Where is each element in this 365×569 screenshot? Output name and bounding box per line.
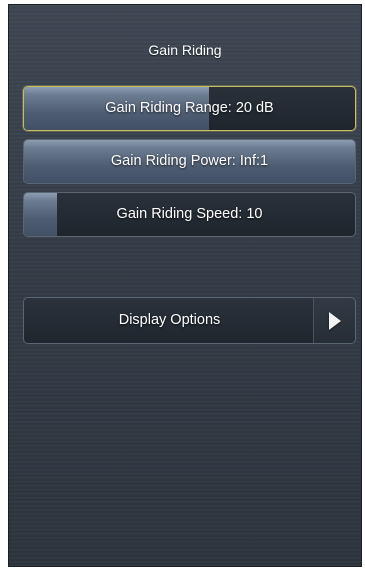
slider-label: Gain Riding Speed: 10 <box>116 206 263 222</box>
gain-riding-speed-slider[interactable]: Gain Riding Speed: 10 <box>23 192 356 237</box>
display-options-button[interactable]: Display Options <box>23 297 356 344</box>
gain-riding-range-slider[interactable]: Gain Riding Range: 20 dB <box>23 86 356 131</box>
gain-riding-power-slider[interactable]: Gain Riding Power: Inf:1 <box>23 139 356 184</box>
chevron-right-icon <box>329 312 341 330</box>
display-options-label: Display Options <box>118 312 221 328</box>
slider-label: Gain Riding Range: 20 dB <box>105 100 274 116</box>
display-options-arrow[interactable] <box>313 298 355 343</box>
panel-title: Gain Riding <box>148 42 222 58</box>
gain-riding-panel: Gain Riding Gain Riding Range: 20 dB Gai… <box>8 4 362 567</box>
slider-label: Gain Riding Power: Inf:1 <box>110 153 269 169</box>
